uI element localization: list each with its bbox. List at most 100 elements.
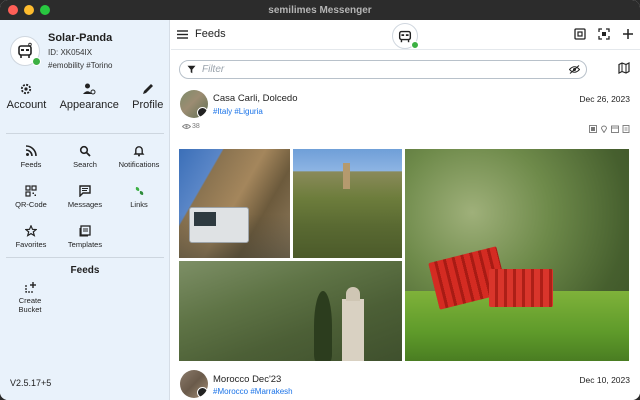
qr-scan-icon[interactable] — [598, 28, 610, 40]
profile-avatar[interactable] — [10, 36, 41, 66]
close-window-button[interactable] — [8, 5, 18, 15]
sidebar-item-links[interactable]: Links — [112, 185, 166, 217]
post-title: Morocco Dec'23 — [213, 374, 282, 385]
center-avatar[interactable] — [392, 23, 419, 49]
sidebar-item-label: Feeds — [20, 160, 42, 169]
post-photo[interactable] — [179, 149, 290, 258]
gallery-icon[interactable] — [589, 125, 597, 133]
filter-bar — [179, 60, 587, 79]
post-photo[interactable] — [179, 261, 402, 361]
sidebar-divider — [6, 257, 164, 258]
gear-icon — [21, 83, 32, 95]
create-bucket-label: Create Bucket — [18, 296, 42, 314]
create-bucket-button[interactable]: Create Bucket — [12, 281, 48, 314]
online-status-dot — [411, 41, 419, 49]
views-count: 38 — [192, 123, 200, 130]
window-controls — [8, 5, 50, 15]
qr-code-icon — [25, 185, 37, 197]
photo-detail — [189, 207, 249, 243]
post-photo[interactable] — [293, 149, 402, 258]
sidebar-item-label: Templates — [67, 240, 103, 249]
sidebar-item-feeds[interactable]: Feeds — [4, 145, 58, 177]
message-icon — [79, 185, 91, 197]
photo-detail — [343, 163, 350, 189]
main-panel: Feeds Filter Casa Carli, Dolcedo #Italy … — [171, 20, 640, 400]
robot-logo-icon — [398, 30, 412, 43]
sidebar-item-label: QR-Code — [15, 200, 47, 209]
search-icon — [79, 145, 91, 157]
minimize-window-button[interactable] — [24, 5, 34, 15]
sidebar-item-search[interactable]: Search — [58, 145, 112, 177]
profile-tags: #emobility #Torino — [48, 61, 113, 70]
window-title: semilimes Messenger — [268, 4, 372, 16]
post-meta-icons — [589, 125, 630, 133]
sidebar-item-notifications[interactable]: Notifications — [112, 145, 166, 177]
templates-icon — [79, 225, 91, 237]
sidebar: Solar-Panda ID: XK054IX #emobility #Tori… — [0, 20, 170, 400]
account-actions: Account Appearance Profile — [0, 82, 170, 111]
location-pin-icon[interactable] — [600, 125, 608, 133]
page-title: Feeds — [195, 28, 226, 40]
account-button[interactable]: Account — [6, 82, 47, 111]
post-date: Dec 10, 2023 — [579, 375, 630, 385]
profile-button[interactable]: Profile — [132, 82, 163, 111]
sidebar-item-label: Messages — [67, 200, 103, 209]
post-photo[interactable] — [405, 149, 629, 361]
sidebar-item-qr-code[interactable]: QR-Code — [4, 185, 58, 217]
zoom-window-button[interactable] — [40, 5, 50, 15]
online-status-dot — [32, 57, 41, 66]
map-icon[interactable] — [618, 62, 630, 74]
add-icon[interactable] — [622, 28, 634, 40]
rss-icon — [25, 145, 37, 157]
filter-icon — [187, 65, 196, 74]
author-badge-icon — [197, 387, 208, 398]
post-photo-grid — [179, 149, 629, 361]
calendar-icon[interactable] — [611, 125, 619, 133]
scan-frame-icon[interactable] — [574, 28, 586, 40]
links-icon — [135, 187, 144, 195]
create-bucket-icon — [24, 282, 36, 293]
eye-icon — [182, 124, 191, 129]
account-label: Account — [6, 99, 47, 111]
post-views: 38 — [182, 123, 200, 130]
user-settings-icon — [83, 83, 96, 95]
sidebar-item-templates[interactable]: Templates — [58, 225, 112, 257]
sidebar-item-label: Links — [130, 200, 148, 209]
appearance-button[interactable]: Appearance — [60, 82, 119, 111]
post-author-avatar[interactable] — [180, 90, 208, 118]
profile-name: Solar-Panda — [48, 32, 113, 44]
author-badge-icon — [197, 107, 208, 118]
filter-input[interactable] — [202, 62, 572, 77]
sidebar-item-label: Search — [73, 160, 97, 169]
menu-icon[interactable] — [177, 29, 188, 40]
sidebar-item-label: Notifications — [118, 160, 160, 169]
robot-logo-icon — [18, 42, 32, 58]
top-actions — [574, 28, 634, 40]
document-icon[interactable] — [622, 125, 630, 133]
sidebar-nav: Feeds Search Notifications QR-Code Messa… — [4, 145, 166, 257]
star-icon — [25, 225, 37, 237]
sidebar-divider — [6, 133, 164, 134]
post-tags[interactable]: #Italy #Liguria — [213, 107, 263, 116]
post-author-avatar[interactable] — [180, 370, 208, 398]
profile-id: ID: XK054IX — [48, 48, 93, 57]
photo-detail — [489, 269, 553, 307]
pencil-icon — [142, 84, 153, 94]
photo-detail — [314, 291, 332, 361]
profile-label: Profile — [132, 99, 164, 111]
post-date: Dec 26, 2023 — [579, 94, 630, 104]
sidebar-item-favorites[interactable]: Favorites — [4, 225, 58, 257]
eye-off-icon[interactable] — [569, 65, 580, 74]
app-version: V2.5.17+5 — [10, 378, 52, 388]
post-title: Casa Carli, Dolcedo — [213, 93, 298, 104]
title-bar: semilimes Messenger — [0, 0, 640, 20]
sidebar-section-title: Feeds — [70, 265, 100, 276]
app-window: semilimes Messenger Solar-Panda ID: XK05… — [0, 0, 640, 400]
appearance-label: Appearance — [59, 99, 119, 111]
bell-icon — [133, 146, 145, 157]
sidebar-item-label: Favorites — [15, 240, 47, 249]
photo-detail — [342, 287, 364, 361]
main-top-bar: Feeds — [171, 20, 640, 50]
post-tags[interactable]: #Morocco #Marrakesh — [213, 387, 293, 396]
sidebar-item-messages[interactable]: Messages — [58, 185, 112, 217]
